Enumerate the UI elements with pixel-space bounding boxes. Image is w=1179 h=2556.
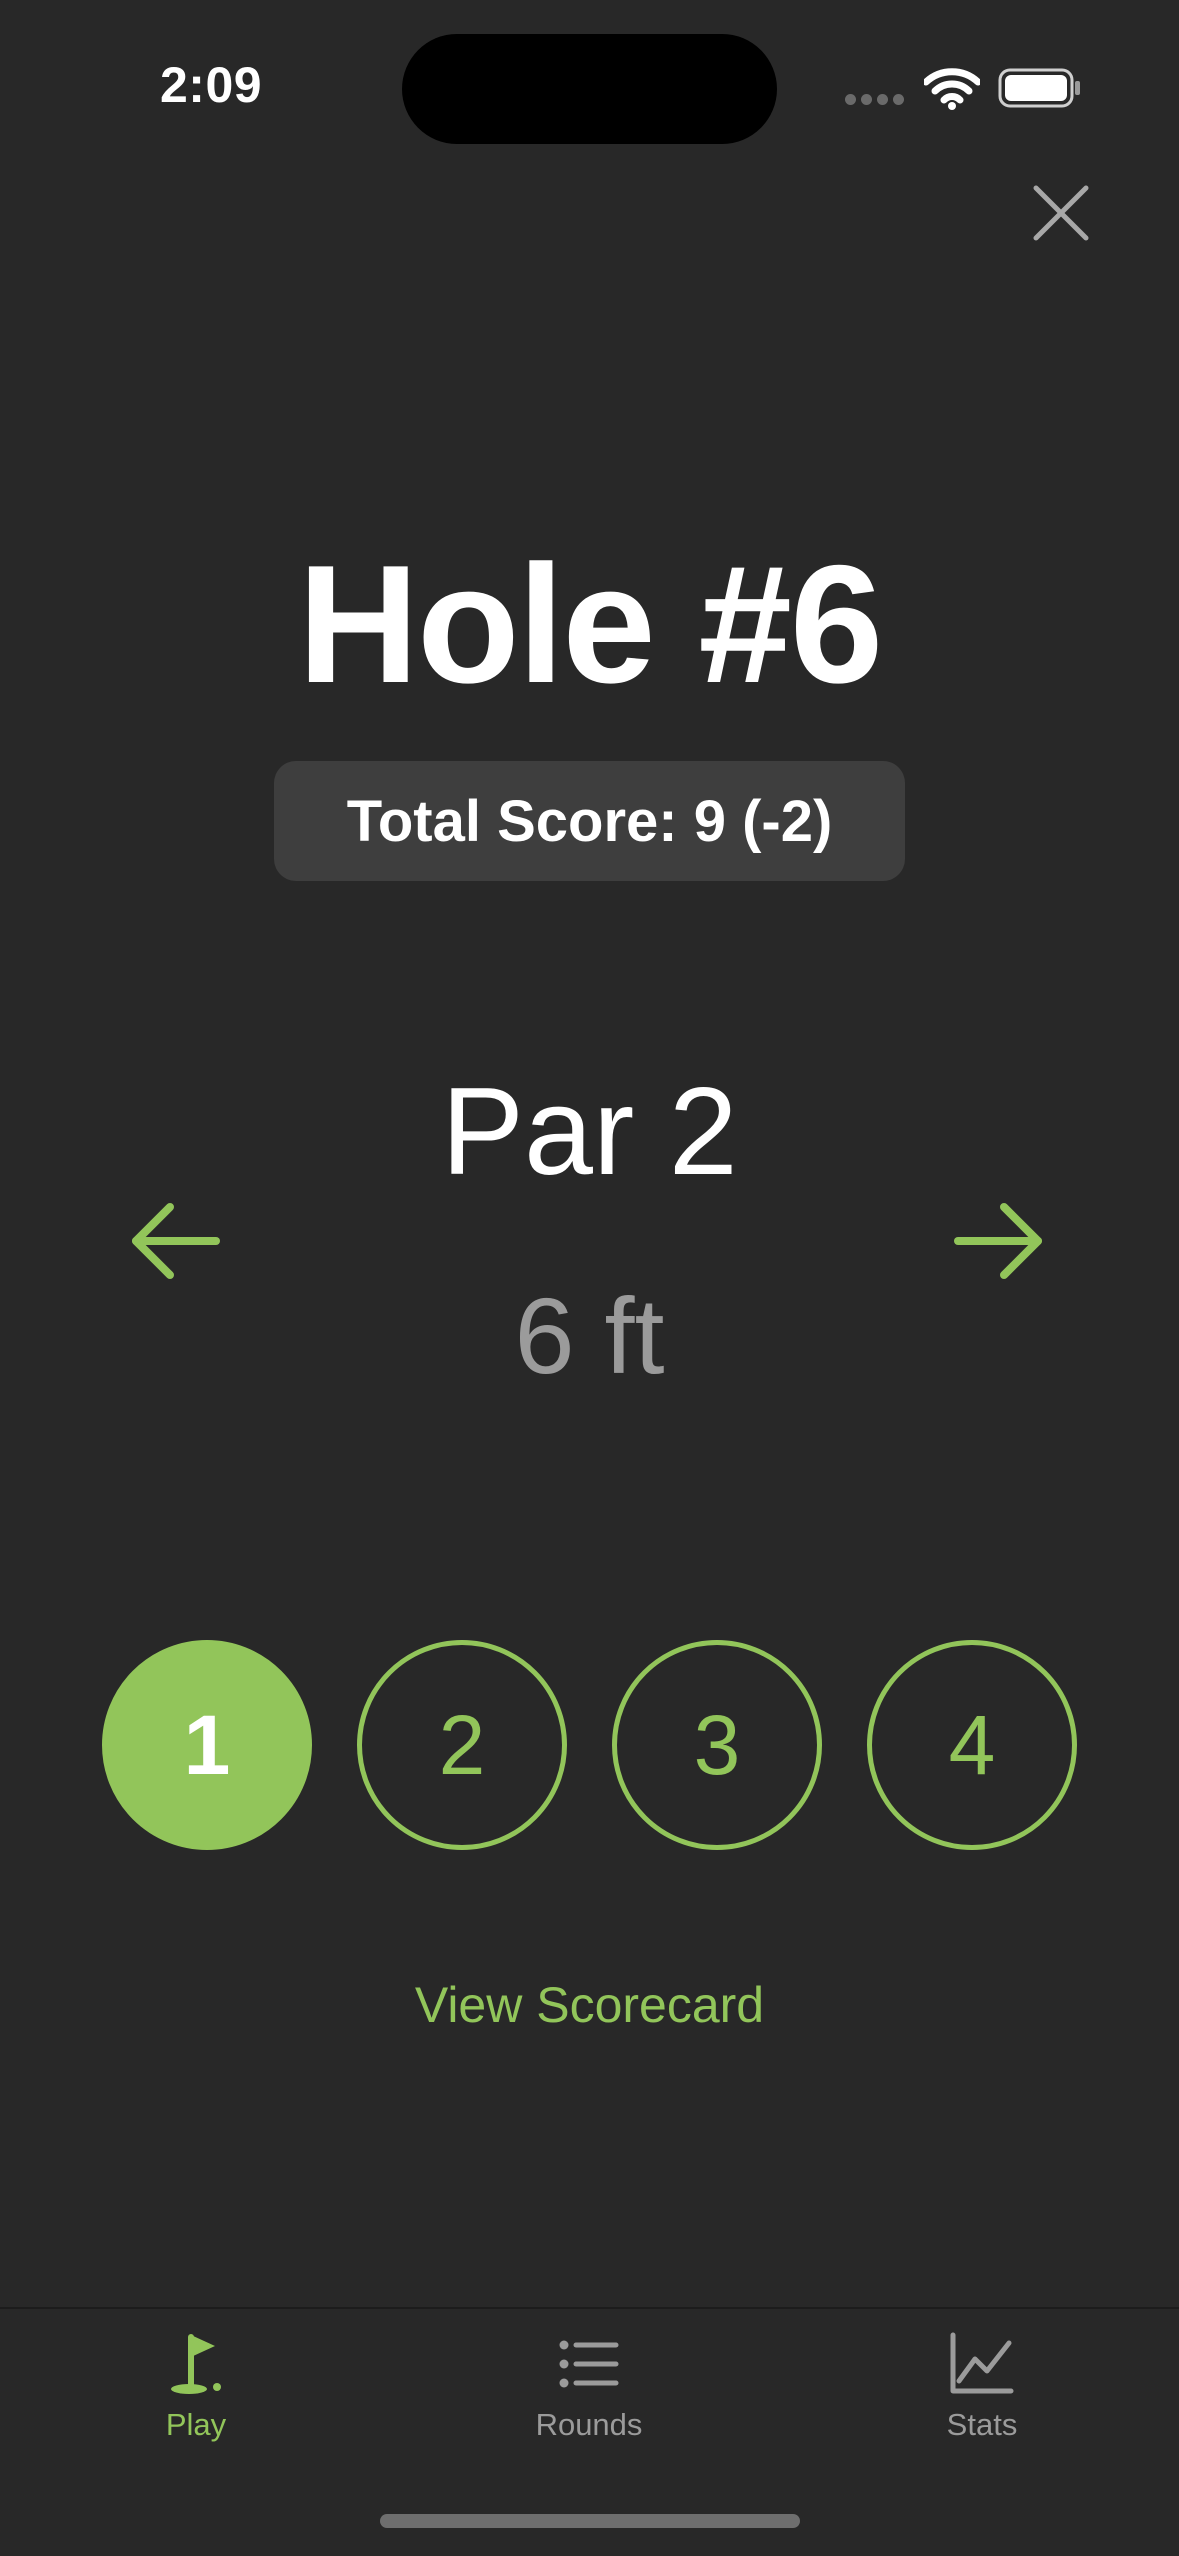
golf-flag-icon [171, 2334, 221, 2394]
stroke-option-4[interactable]: 4 [867, 1640, 1077, 1850]
stroke-option-2[interactable]: 2 [357, 1640, 567, 1850]
screen: 2:09 Hole #6 Total Score: 9 (-2) Par 2 6… [0, 0, 1179, 2556]
previous-hole-button[interactable] [130, 1202, 222, 1280]
total-score-badge: Total Score: 9 (-2) [274, 761, 905, 881]
dynamic-island [402, 34, 777, 144]
home-indicator[interactable] [380, 2514, 800, 2528]
tab-stats[interactable]: Stats [862, 2331, 1102, 2471]
arrow-right-icon [954, 1203, 1042, 1279]
distance-label: 6 ft [514, 1275, 665, 1396]
tab-play[interactable]: Play [76, 2331, 316, 2471]
tab-play-label: Play [165, 2407, 227, 2442]
stroke-option-1[interactable]: 1 [102, 1640, 312, 1850]
line-chart-icon [950, 2332, 1014, 2394]
hole-title: Hole #6 [297, 530, 884, 718]
tab-rounds[interactable]: Rounds [469, 2331, 709, 2471]
tab-rounds-label: Rounds [535, 2407, 643, 2442]
view-scorecard-link[interactable]: View Scorecard [0, 1976, 1179, 2034]
list-icon [559, 2340, 619, 2388]
status-time: 2:09 [160, 57, 263, 113]
tab-stats-label: Stats [946, 2407, 1018, 2442]
next-hole-button[interactable] [952, 1202, 1044, 1280]
wifi-icon [924, 68, 980, 110]
battery-icon [998, 68, 1080, 108]
close-button[interactable] [1030, 182, 1092, 244]
par-label: Par 2 [441, 1063, 738, 1201]
arrow-left-icon [132, 1203, 220, 1279]
cellular-signal-icon [845, 94, 905, 106]
stroke-option-3[interactable]: 3 [612, 1640, 822, 1850]
